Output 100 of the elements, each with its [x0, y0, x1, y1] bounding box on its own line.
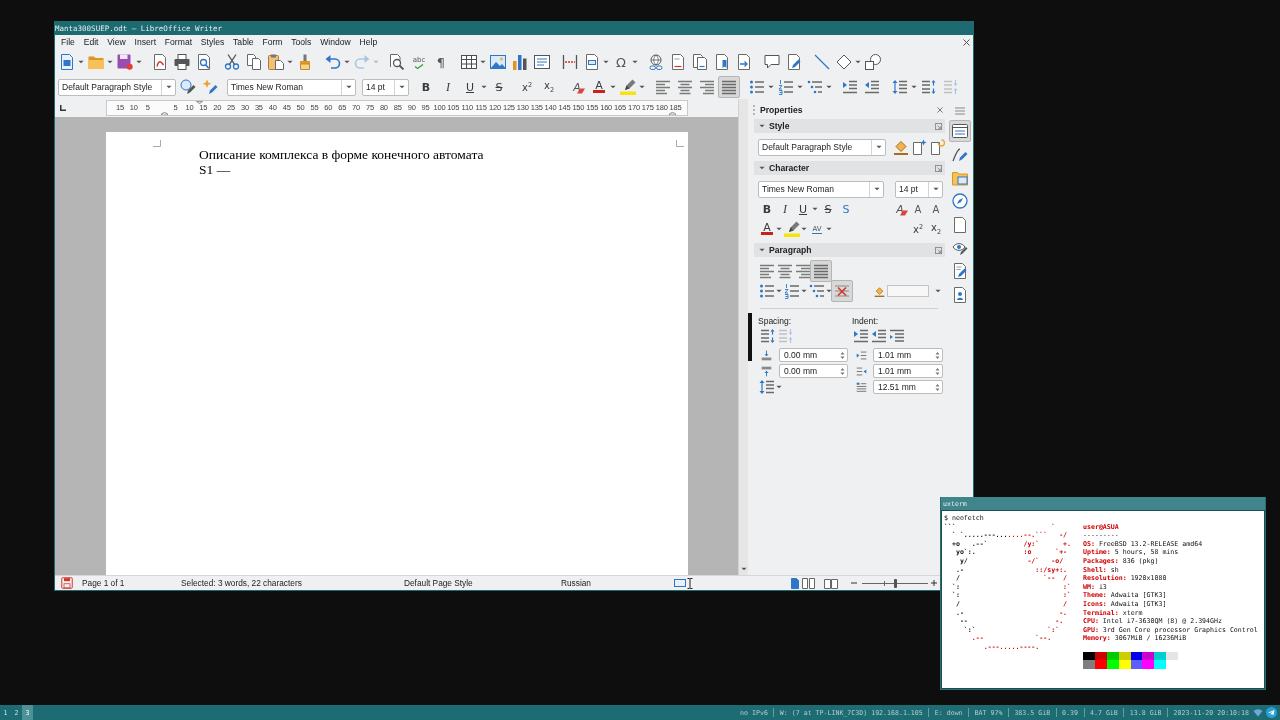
caret-icon[interactable]	[801, 289, 807, 293]
more-options-icon[interactable]	[935, 164, 942, 172]
bullet-list-icon[interactable]	[749, 79, 765, 95]
underline-button[interactable]: U	[795, 201, 811, 217]
spin-field[interactable]: 12.51 mm	[873, 380, 943, 394]
caret-icon[interactable]	[632, 60, 638, 64]
caret-icon[interactable]	[78, 60, 84, 64]
page-pen-icon[interactable]	[952, 263, 968, 280]
indent-marker-icon[interactable]	[196, 101, 203, 104]
slider-thumb[interactable]	[893, 578, 897, 588]
caret-icon[interactable]	[826, 289, 832, 293]
align-left-icon[interactable]	[655, 79, 671, 95]
single-page-view-icon[interactable]	[791, 577, 799, 589]
menu-item[interactable]: Form	[262, 36, 283, 48]
caret-icon[interactable]	[826, 85, 832, 89]
align-center-icon[interactable]	[677, 79, 693, 95]
indent-increase-icon[interactable]	[853, 328, 869, 344]
diamond-icon[interactable]	[836, 54, 852, 70]
font-size-dropdown[interactable]: 14 pt	[895, 180, 943, 198]
page-icon[interactable]	[952, 216, 968, 233]
selection-mode-icon[interactable]	[674, 579, 686, 587]
line-spacing-icon[interactable]	[759, 379, 775, 395]
page-pen-icon[interactable]	[786, 54, 802, 70]
globe-link-icon[interactable]	[648, 54, 664, 70]
tab-stop-icon[interactable]	[60, 105, 66, 111]
bullet-list-icon[interactable]	[759, 283, 775, 299]
caret-icon[interactable]	[759, 124, 765, 128]
document-icon[interactable]	[59, 54, 75, 70]
sidebar-handle[interactable]	[748, 313, 752, 361]
no-list-icon[interactable]	[831, 280, 853, 302]
numbered-list-icon[interactable]	[778, 79, 794, 95]
caret-icon[interactable]	[345, 85, 352, 89]
caret-icon[interactable]	[107, 60, 113, 64]
page-break-icon[interactable]	[562, 54, 578, 70]
bookmark-icon[interactable]	[714, 54, 730, 70]
caret-icon[interactable]	[875, 145, 882, 149]
menu-item[interactable]: File	[61, 36, 75, 48]
spin-field[interactable]: 1.01 mm	[873, 348, 943, 362]
menu-item[interactable]: Edit	[83, 36, 99, 48]
undo-icon[interactable]	[325, 54, 341, 70]
line-spacing-icon[interactable]	[892, 79, 908, 95]
subscript-button[interactable]: x$_{2}$	[928, 221, 944, 237]
comment-icon[interactable]	[764, 54, 780, 70]
caret-icon[interactable]	[855, 60, 861, 64]
color-dropdown[interactable]	[887, 285, 929, 297]
spin-field[interactable]: 1.01 mm	[873, 364, 943, 378]
new-style-icon[interactable]	[911, 139, 927, 155]
underline-button[interactable]: U	[462, 79, 478, 95]
printer-icon[interactable]	[174, 54, 190, 70]
style-update-icon[interactable]	[929, 139, 945, 155]
multi-page-view-icon[interactable]	[802, 577, 815, 589]
scrollbar[interactable]	[738, 99, 748, 575]
more-options-icon[interactable]	[935, 246, 942, 254]
more-options-icon[interactable]	[935, 122, 942, 130]
highlighter-icon[interactable]	[620, 79, 636, 95]
caret-icon[interactable]	[165, 85, 172, 89]
align-right-icon[interactable]	[699, 79, 715, 95]
close-icon[interactable]	[963, 38, 970, 46]
pdf-icon[interactable]	[152, 54, 168, 70]
caret-icon[interactable]	[812, 207, 818, 211]
grow-font-button[interactable]: A	[910, 201, 926, 217]
properties-icon[interactable]	[949, 120, 971, 142]
highlighter-icon[interactable]	[784, 221, 800, 237]
table-icon[interactable]	[461, 54, 477, 70]
caret-icon[interactable]	[287, 60, 293, 64]
caret-icon[interactable]	[344, 60, 350, 64]
menu-item[interactable]: Styles	[200, 36, 225, 48]
paintbrush-icon[interactable]	[297, 54, 313, 70]
section-header[interactable]: Style	[754, 119, 945, 133]
new-style-icon[interactable]	[202, 79, 218, 95]
page-person-icon[interactable]	[952, 286, 968, 303]
menu-item[interactable]: Table	[233, 36, 254, 48]
italic-button[interactable]: I	[777, 201, 793, 217]
caret-icon[interactable]	[797, 85, 803, 89]
caret-icon[interactable]	[480, 60, 486, 64]
scroll-down-icon[interactable]	[740, 567, 747, 571]
shapes-icon[interactable]	[865, 54, 881, 70]
font-name-dropdown[interactable]: Times New Roman	[758, 180, 884, 198]
cross-reference-icon[interactable]	[736, 54, 752, 70]
pen-curve-icon[interactable]	[952, 146, 968, 163]
align-center-icon[interactable]	[777, 263, 793, 279]
caret-icon[interactable]	[136, 60, 142, 64]
find-replace-icon[interactable]	[389, 54, 405, 70]
compass-icon[interactable]	[952, 193, 968, 210]
clear-formatting-button[interactable]: A	[892, 201, 908, 217]
zoom-in-icon[interactable]	[931, 580, 937, 586]
caret-icon[interactable]	[759, 248, 765, 252]
clear-formatting-button[interactable]: A	[569, 79, 585, 95]
font-color-button[interactable]: A	[591, 79, 607, 95]
menu-item[interactable]: Insert	[134, 36, 157, 48]
menu-item[interactable]: Window	[320, 36, 351, 48]
caret-icon[interactable]	[911, 85, 917, 89]
subscript-button[interactable]: x$_{2}$	[541, 79, 557, 95]
footnote-icon[interactable]	[670, 54, 686, 70]
paragraph-style-dropdown[interactable]: Default Paragraph Style	[758, 138, 886, 156]
endnote-icon[interactable]	[692, 54, 708, 70]
style-update-icon[interactable]	[180, 79, 196, 95]
caret-icon[interactable]	[398, 85, 405, 89]
caret-icon[interactable]	[801, 227, 807, 231]
caret-icon[interactable]	[603, 60, 609, 64]
